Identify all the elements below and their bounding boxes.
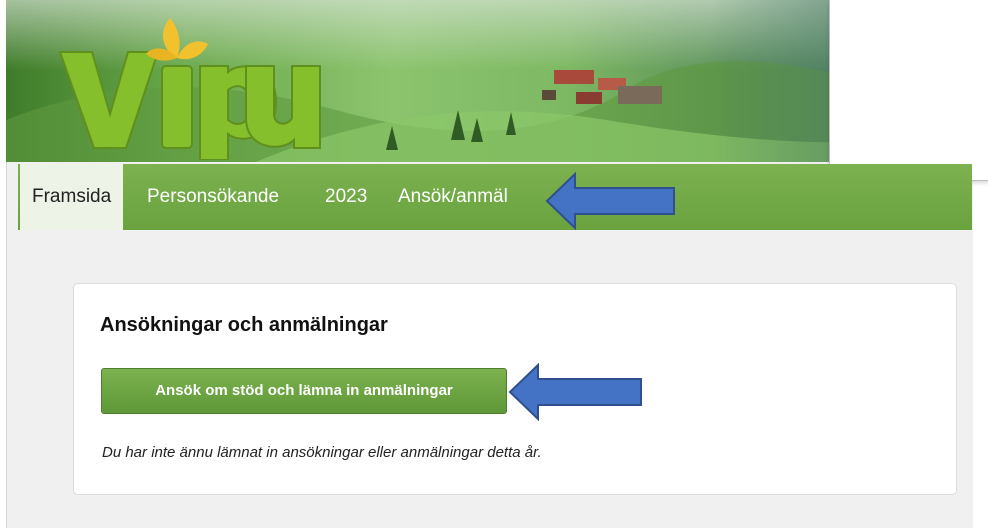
apply-support-button[interactable]: Ansök om stöd och lämna in anmälningar: [101, 368, 507, 414]
vipu-logo[interactable]: [52, 10, 322, 160]
nav-item-framsida[interactable]: Framsida: [20, 164, 124, 230]
overlay-panel: [829, 0, 988, 181]
annotation-arrow-left: [508, 363, 642, 421]
main-nav: Framsida Personsökande 2023 Ansök/anmäl: [18, 164, 972, 230]
nav-item-2023[interactable]: 2023: [325, 164, 367, 230]
nav-item-ansok-anmal[interactable]: Ansök/anmäl: [398, 164, 508, 230]
leaf-icon: [146, 18, 208, 61]
applications-title: Ansökningar och anmälningar: [100, 314, 388, 336]
annotation-arrow-left: [545, 172, 675, 230]
header-banner: [6, 0, 972, 162]
nav-item-personsokande[interactable]: Personsökande: [147, 164, 279, 230]
applications-empty-note: Du har inte ännu lämnat in ansökningar e…: [102, 444, 542, 461]
